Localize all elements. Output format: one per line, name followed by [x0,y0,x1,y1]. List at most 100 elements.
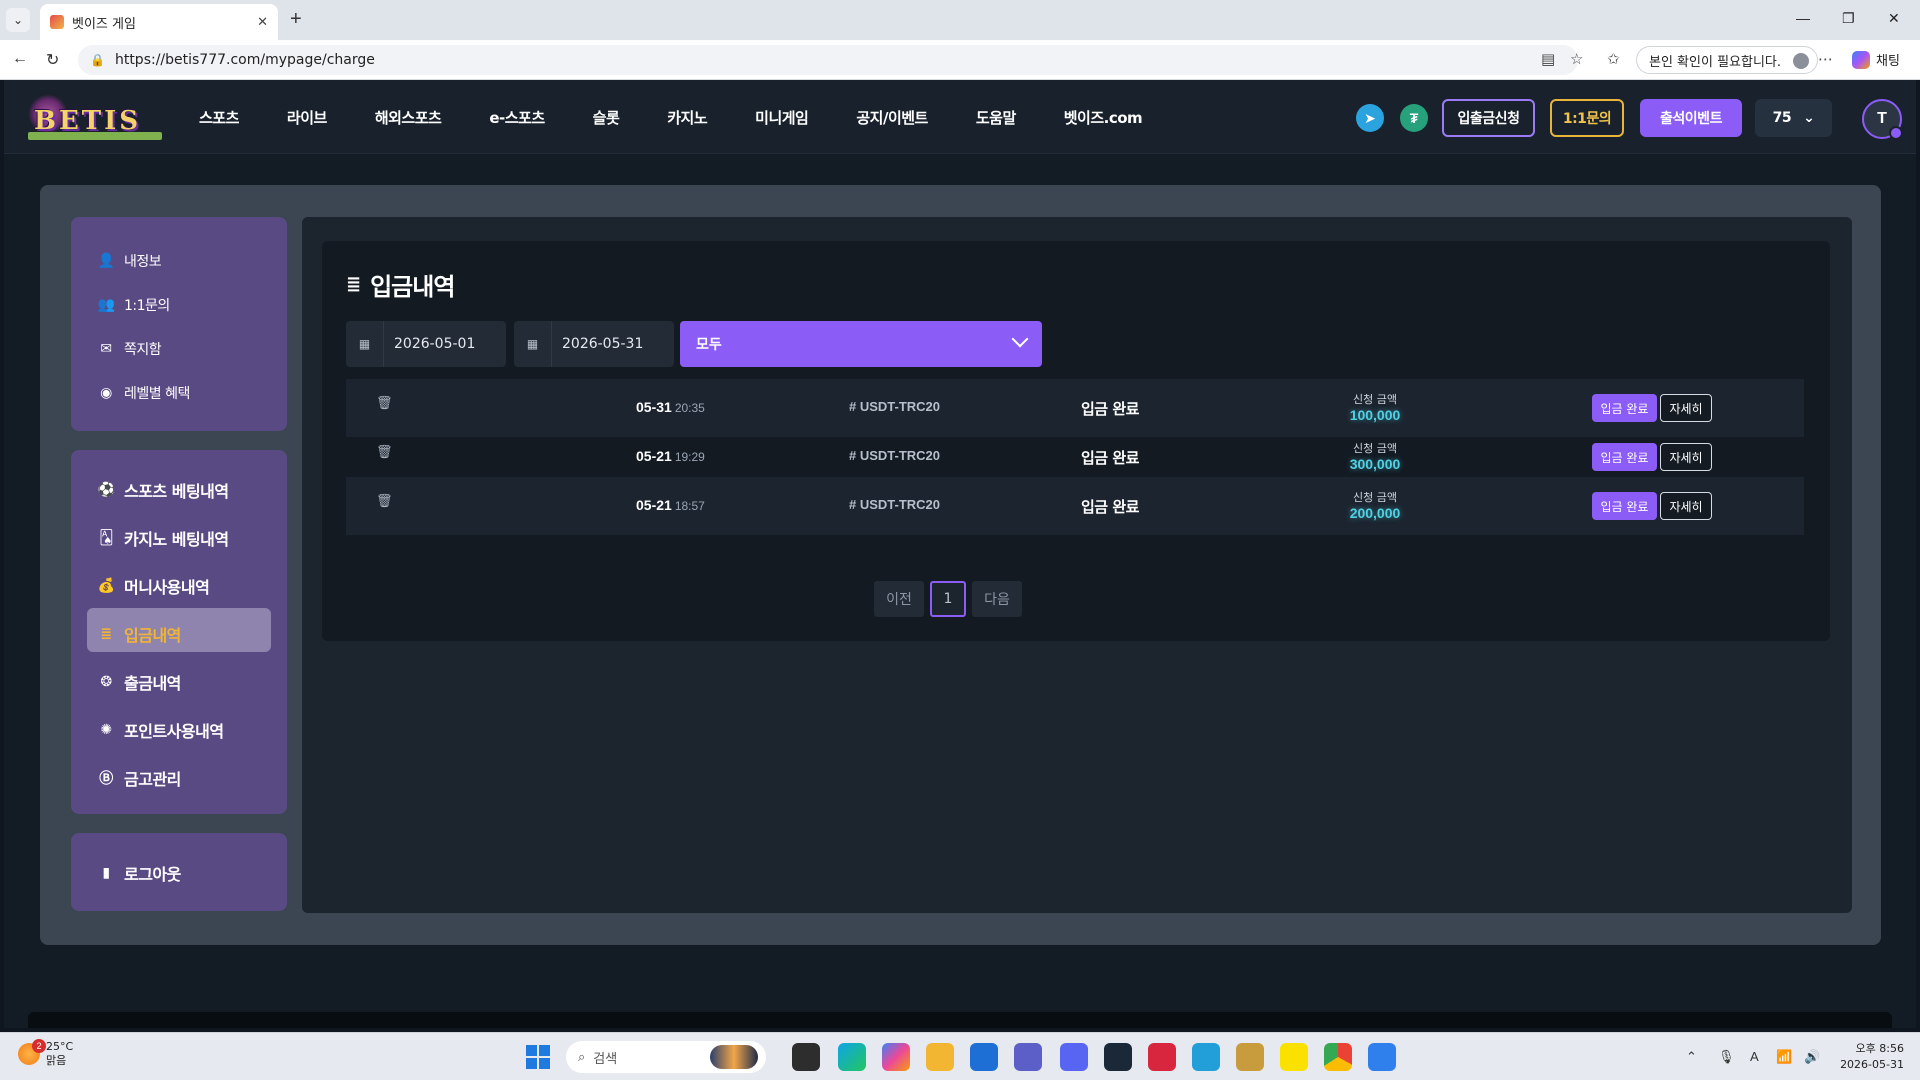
telegram-icon[interactable]: ➤ [1356,104,1384,132]
browser-tab[interactable]: 벳이즈 게임 ✕ [40,4,278,40]
deposit-done-button[interactable]: 입금 완료 [1592,492,1657,520]
volume-icon[interactable]: 🔊 [1804,1049,1820,1065]
ime-indicator-icon[interactable]: A [1750,1049,1759,1064]
sidebar-item-logout[interactable]: ▮ 로그아웃 [98,861,181,885]
sidebar-item-label: 내정보 [124,254,162,270]
deposit-done-button[interactable]: 입금 완료 [1592,394,1657,422]
close-window-button[interactable]: ✕ [1888,10,1900,27]
sidebar-item-withdraw-history[interactable]: ❂ 출금내역 [98,670,181,694]
row-date-text: 05-31 [636,399,672,415]
sidebar-item-label: 로그아웃 [124,865,181,884]
row-date-text: 05-21 [636,497,672,513]
row-status: 입금 완료 [1081,498,1139,516]
telegram-taskbar-icon[interactable] [1192,1043,1220,1071]
tether-icon[interactable]: ₮ [1400,104,1428,132]
row-amount-label: 신청 금액 [1353,491,1397,504]
sidebar-item-sports-bets[interactable]: ⚽ 스포츠 베팅내역 [98,478,230,502]
date-to-field[interactable]: ▦ 2026-05-31 [514,321,674,367]
nav-item-betis-com[interactable]: 벳이즈.com [1064,107,1143,128]
nav-item-casino[interactable]: 카지노 [667,107,707,128]
sidebar-item-deposit-history[interactable]: ≣ 입금내역 [98,622,181,646]
wifi-icon[interactable]: 📶 [1776,1049,1792,1065]
nav-item-help[interactable]: 도움말 [976,107,1016,128]
microphone-icon[interactable]: 🎙 [1718,1049,1735,1065]
restore-button[interactable]: ❐ [1842,10,1855,27]
taskbar-clock[interactable]: 오후 8:56 2026-05-31 [1836,1041,1904,1073]
nav-item-live[interactable]: 라이브 [287,107,327,128]
sidebar-item-messages[interactable]: ✉ 쪽지함 [98,339,161,359]
nav-item-esports[interactable]: e-스포츠 [489,107,545,128]
deposit-done-button[interactable]: 입금 완료 [1592,443,1657,471]
windows-start-icon[interactable] [526,1045,550,1069]
calendar-icon: ▦ [346,321,384,367]
app-red-icon[interactable] [1148,1043,1176,1071]
trash-icon[interactable]: 🗑 [376,493,393,509]
level-dropdown[interactable]: 75 ⌄ [1755,99,1832,137]
detail-button[interactable]: 자세히 [1660,394,1712,422]
refresh-button[interactable]: ↻ [46,50,59,70]
close-tab-icon[interactable]: ✕ [257,14,268,30]
nav-item-minigame[interactable]: 미니게임 [755,107,809,128]
site-logo[interactable]: BETIS [28,94,162,140]
trash-icon[interactable]: 🗑 [376,444,393,460]
sidebar-item-my-info[interactable]: 👤 내정보 [98,251,162,271]
sidebar-item-point-usage[interactable]: ✺ 포인트사용내역 [98,718,224,742]
steam-icon[interactable] [1104,1043,1132,1071]
detail-button[interactable]: 자세히 [1660,492,1712,520]
favorites-list-icon[interactable]: ✩ [1607,50,1620,68]
more-menu-icon[interactable]: ⋯ [1818,50,1833,68]
new-tab-button[interactable]: + [290,8,302,31]
sidebar-item-level-benefits[interactable]: ◉ 레벨별 혜택 [98,383,190,403]
date-from-field[interactable]: ▦ 2026-05-01 [346,321,506,367]
nav-item-sports[interactable]: 스포츠 [199,107,239,128]
pagination-prev-button[interactable]: 이전 [874,581,924,617]
edge-icon[interactable] [838,1043,866,1071]
league-client-icon[interactable] [1236,1043,1264,1071]
attendance-event-button[interactable]: 출석이벤트 [1640,99,1742,137]
tab-list-button[interactable]: ⌄ [6,8,30,32]
row-time: 18:57 [674,499,705,513]
verify-label: 본인 확인이 필요합니다. [1649,54,1781,70]
pagination-next-button[interactable]: 다음 [972,581,1022,617]
site-info-icon[interactable]: 🔒 [90,53,105,67]
row-date: 05-31 20:35 [636,399,705,415]
row-method: # USDT-TRC20 [849,448,941,463]
status-filter-select[interactable]: 모두 [680,321,1042,367]
chrome-icon[interactable] [1324,1043,1352,1071]
notepad-icon[interactable] [1368,1043,1396,1071]
copilot-chat-button[interactable]: 채팅 [1852,50,1900,69]
back-button[interactable]: ← [12,50,28,68]
outlook-icon[interactable] [970,1043,998,1071]
file-explorer-icon[interactable] [926,1043,954,1071]
nav-item-slots[interactable]: 슬롯 [593,107,620,128]
trash-icon[interactable]: 🗑 [376,395,393,411]
discord-icon[interactable] [1060,1043,1088,1071]
sidebar-item-vault[interactable]: Ⓑ 금고관리 [98,766,181,790]
minimize-button[interactable]: — [1796,10,1810,26]
url-field[interactable]: 🔒 https://betis777.com/mypage/charge [78,45,1578,75]
detail-button[interactable]: 자세히 [1660,443,1712,471]
deposit-request-button[interactable]: 입출금신청 [1442,99,1535,137]
sidebar-item-inquiry[interactable]: 👥 1:1문의 [98,295,171,315]
copilot-icon[interactable] [882,1043,910,1071]
show-hidden-icons[interactable]: ⌃ [1686,1049,1697,1065]
teams-icon[interactable] [1014,1043,1042,1071]
profile-verify-button[interactable]: 본인 확인이 필요합니다. [1636,46,1818,74]
user-avatar[interactable]: T [1862,99,1903,140]
favorite-star-icon[interactable]: ☆ [1570,50,1583,68]
sidebar-item-money-usage[interactable]: 💰 머니사용내역 [98,574,210,598]
nav-item-notice-event[interactable]: 공지/이벤트 [856,107,928,128]
weather-widget[interactable]: 2 25°C 맑음 [18,1039,73,1068]
row-status: 입금 완료 [1081,449,1139,467]
browser-tab-bar: ⌄ 벳이즈 게임 ✕ + — ❐ ✕ [0,0,1920,40]
sidebar-card-account: 👤 내정보 👥 1:1문의 ✉ 쪽지함 ◉ 레벨별 혜택 [71,217,287,431]
sidebar-item-label: 레벨별 혜택 [124,386,190,402]
taskbar-search[interactable]: ⌕ 검색 [566,1041,766,1073]
task-view-icon[interactable] [792,1043,820,1071]
kakaotalk-icon[interactable] [1280,1043,1308,1071]
inquiry-button[interactable]: 1:1문의 [1550,99,1624,137]
pagination-page-button[interactable]: 1 [930,581,966,617]
sidebar-item-casino-bets[interactable]: 🂡 카지노 베팅내역 [98,526,229,550]
reader-mode-icon[interactable]: ▤ [1541,50,1555,68]
nav-item-overseas-sports[interactable]: 해외스포츠 [375,107,442,128]
